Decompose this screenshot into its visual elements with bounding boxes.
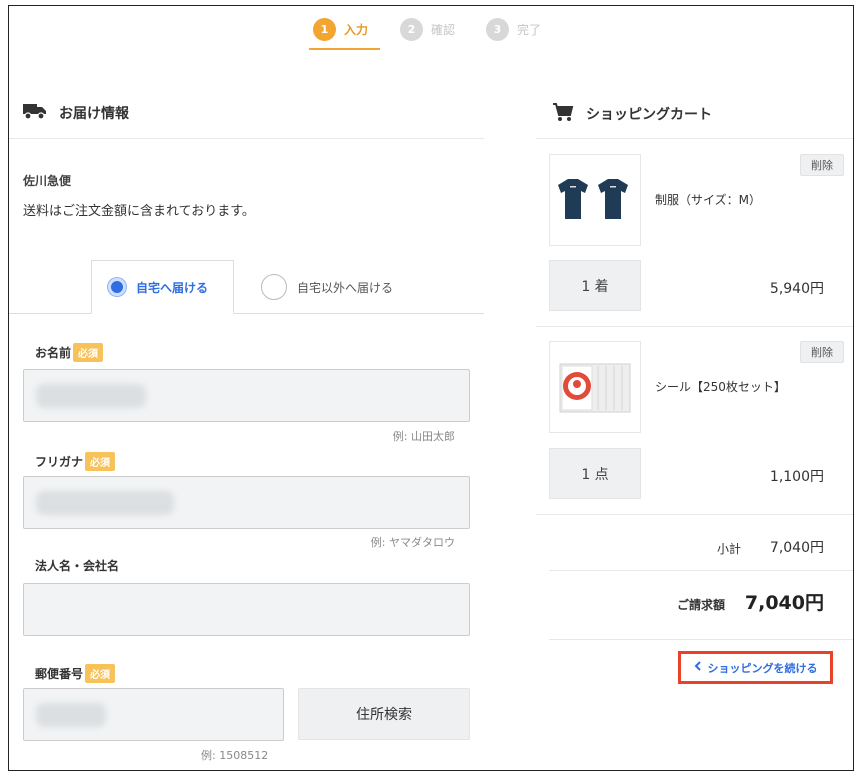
cart-title: ショッピングカート	[586, 107, 712, 123]
quantity-box[interactable]: 1 着	[549, 260, 641, 311]
subtotal-value: 7,040円	[769, 540, 824, 556]
step-label: 完了	[517, 23, 542, 37]
postal-label: 郵便番号 必須	[35, 664, 116, 683]
divider	[536, 138, 853, 139]
active-step-underline	[309, 48, 380, 50]
step-label: 入力	[344, 23, 369, 37]
shipping-note: 送料はご注文金額に含まれております。	[23, 204, 255, 219]
postal-label-text: 郵便番号	[35, 667, 84, 681]
cart-item-name: シール【250枚セット】	[655, 380, 786, 394]
checkout-page: 1 入力 2 確認 3 完了 お届け情報 佐川急便 送料はご注文金額に含まれてお…	[8, 5, 854, 771]
redacted-value	[36, 491, 174, 515]
divider	[549, 570, 853, 571]
furigana-input[interactable]	[23, 476, 470, 529]
required-badge: 必須	[73, 343, 104, 362]
step-number: 3	[486, 18, 509, 41]
postal-example: 例: 1508512	[201, 749, 269, 762]
postal-input[interactable]	[23, 688, 284, 741]
divider	[536, 326, 853, 327]
carrier-name: 佐川急便	[23, 174, 72, 188]
step-confirm: 2 確認	[400, 18, 455, 41]
name-label-text: お名前	[35, 346, 72, 360]
redacted-value	[36, 703, 106, 727]
radio-unselected-icon[interactable]	[261, 274, 287, 300]
total-value: 7,040円	[744, 592, 824, 614]
company-label: 法人名・会社名	[35, 557, 119, 574]
step-input: 1 入力	[313, 18, 368, 41]
delete-item-button[interactable]: 削除	[800, 154, 844, 176]
cart-item-name: 制服（サイズ：M）	[655, 193, 761, 207]
address-search-button[interactable]: 住所検索	[298, 688, 470, 740]
total-label: ご請求額	[677, 598, 726, 612]
item-price: 1,100円	[769, 469, 824, 485]
continue-shopping-link[interactable]: ショッピングを続ける	[678, 651, 833, 684]
delivery-title: お届け情報	[59, 106, 129, 122]
delivery-section-header: お届け情報	[23, 102, 129, 124]
step-number: 2	[400, 18, 423, 41]
tab-label: 自宅以外へ届ける	[297, 280, 394, 295]
radio-selected-icon[interactable]	[108, 278, 126, 296]
step-complete: 3 完了	[486, 18, 541, 41]
product-image-sticker[interactable]	[549, 341, 641, 433]
redacted-value	[36, 384, 146, 408]
divider	[549, 639, 853, 640]
furigana-label-text: フリガナ	[35, 455, 84, 469]
item-price: 5,940円	[769, 281, 824, 297]
divider	[9, 138, 484, 139]
company-label-text: 法人名・会社名	[35, 559, 120, 573]
divider	[536, 514, 853, 515]
quantity-box[interactable]: 1 点	[549, 448, 641, 499]
continue-shopping-label: ショッピングを続ける	[707, 661, 818, 675]
required-badge: 必須	[85, 452, 116, 471]
product-image-uniform[interactable]	[549, 154, 641, 246]
subtotal-label: 小計	[717, 542, 742, 556]
cart-section-header: ショッピングカート	[552, 102, 712, 126]
company-input[interactable]	[23, 583, 470, 636]
truck-icon	[23, 102, 47, 124]
tab-home-delivery[interactable]: 自宅へ届ける	[91, 260, 234, 314]
name-example: 例: 山田太郎	[392, 430, 455, 443]
step-label: 確認	[431, 23, 456, 37]
cart-icon	[552, 102, 574, 126]
tab-label: 自宅へ届ける	[136, 280, 209, 295]
furigana-label: フリガナ 必須	[35, 452, 116, 471]
required-badge: 必須	[85, 664, 116, 683]
name-label: お名前 必須	[35, 343, 104, 362]
delete-item-button[interactable]: 削除	[800, 341, 844, 363]
step-number: 1	[313, 18, 336, 41]
chevron-left-icon	[694, 661, 702, 674]
name-input[interactable]	[23, 369, 470, 422]
tab-other-delivery[interactable]: 自宅以外へ届ける	[245, 260, 405, 314]
furigana-example: 例: ヤマダタロウ	[370, 536, 455, 549]
